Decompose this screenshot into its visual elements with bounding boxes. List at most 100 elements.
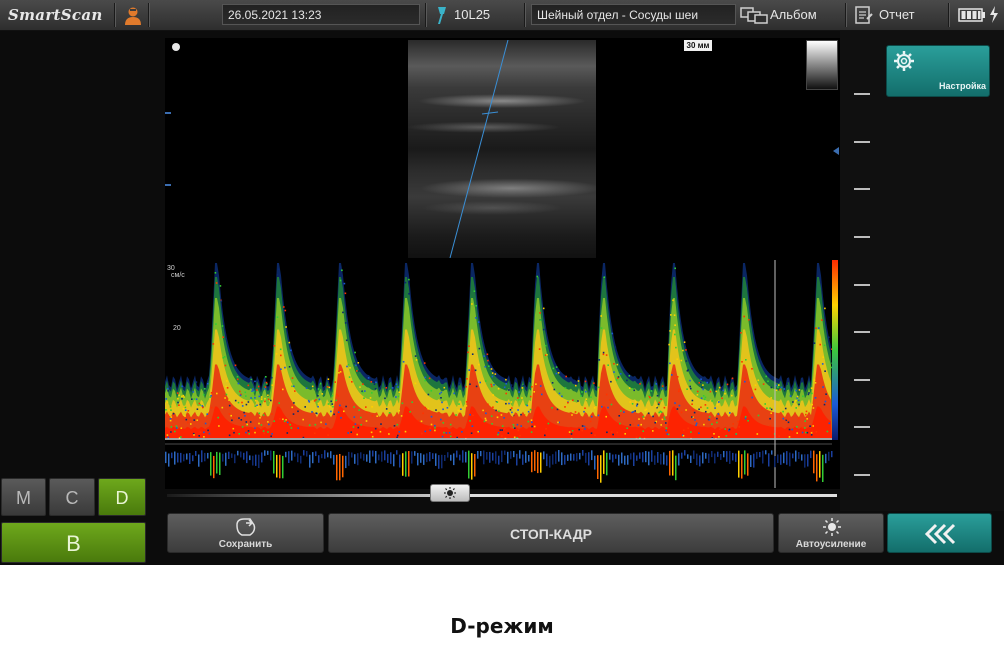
speckle bbox=[503, 417, 505, 419]
speckle bbox=[325, 423, 327, 425]
speckle bbox=[757, 414, 760, 417]
speckle bbox=[244, 391, 247, 394]
probe-icon[interactable] bbox=[432, 5, 450, 25]
probe-label[interactable]: 10L25 bbox=[454, 7, 490, 22]
lower-trace-bar bbox=[402, 453, 404, 476]
imaging-area[interactable]: 30 см/с 20 bbox=[165, 38, 840, 489]
gain-slider-track[interactable] bbox=[167, 494, 837, 497]
speckle bbox=[652, 430, 654, 432]
speckle bbox=[247, 384, 250, 387]
lower-trace-bar bbox=[249, 455, 251, 461]
speckle bbox=[246, 423, 248, 426]
speckle bbox=[311, 385, 314, 388]
lower-trace-bar bbox=[777, 454, 779, 463]
speckle bbox=[555, 366, 558, 368]
lower-trace-bar bbox=[468, 450, 470, 479]
speckle bbox=[702, 388, 704, 391]
doppler-spectrum[interactable]: 30 см/с 20 bbox=[165, 258, 840, 489]
speckle bbox=[236, 378, 239, 381]
speckle bbox=[804, 420, 806, 422]
album-label[interactable]: Альбом bbox=[770, 7, 817, 22]
speckle bbox=[613, 363, 615, 365]
mode-c-button[interactable]: C bbox=[49, 478, 95, 516]
speckle bbox=[289, 423, 292, 426]
speckle bbox=[676, 358, 679, 360]
speckle bbox=[713, 433, 715, 435]
speckle bbox=[487, 359, 489, 362]
speckle bbox=[497, 432, 500, 434]
user-icon[interactable] bbox=[123, 5, 143, 25]
speckle bbox=[262, 430, 265, 432]
speckle bbox=[788, 428, 791, 431]
lower-trace-bar bbox=[591, 450, 593, 461]
speckle bbox=[181, 395, 183, 398]
focus-marker[interactable] bbox=[833, 147, 839, 155]
speckle bbox=[395, 383, 398, 385]
report-label[interactable]: Отчет bbox=[879, 7, 915, 22]
speckle bbox=[189, 417, 191, 419]
mode-b-button[interactable]: B bbox=[1, 522, 146, 563]
speckle bbox=[358, 370, 360, 372]
speckle bbox=[526, 404, 529, 407]
speckle bbox=[644, 409, 646, 411]
speckle bbox=[770, 386, 773, 389]
mode-d-button[interactable]: D bbox=[98, 478, 146, 516]
mode-m-button[interactable]: M bbox=[1, 478, 46, 516]
speckle bbox=[821, 319, 823, 321]
lower-trace-bar bbox=[237, 450, 239, 456]
speckle bbox=[483, 420, 486, 423]
speckle bbox=[456, 436, 458, 439]
collapse-panel-button[interactable] bbox=[887, 513, 992, 553]
speckle bbox=[278, 402, 280, 404]
speckle bbox=[370, 381, 373, 383]
speckle bbox=[358, 409, 360, 411]
speckle bbox=[610, 380, 612, 383]
speckle bbox=[207, 382, 209, 385]
preset-field[interactable]: Шейный отдел - Сосуды шеи bbox=[531, 4, 736, 25]
speckle bbox=[204, 422, 207, 425]
speckle bbox=[501, 429, 503, 431]
speckle bbox=[747, 420, 749, 422]
speckle bbox=[360, 424, 362, 426]
divider bbox=[524, 3, 526, 27]
speckle bbox=[674, 324, 676, 326]
speckle bbox=[728, 429, 730, 432]
speckle bbox=[520, 425, 522, 427]
speckle bbox=[185, 418, 188, 421]
speckle bbox=[683, 341, 686, 343]
speckle bbox=[754, 384, 757, 386]
save-button[interactable]: Сохранить bbox=[167, 513, 324, 553]
gain-slider-handle[interactable] bbox=[430, 484, 470, 502]
speckle bbox=[445, 432, 448, 434]
speckle bbox=[572, 399, 574, 401]
speckle bbox=[225, 393, 228, 396]
speckle bbox=[611, 332, 614, 335]
speckle bbox=[538, 348, 541, 350]
speckle bbox=[551, 382, 554, 384]
speckle bbox=[693, 411, 696, 414]
settings-button[interactable]: Настройка bbox=[886, 45, 990, 97]
album-icon[interactable] bbox=[740, 7, 768, 24]
lower-trace-bar bbox=[702, 452, 704, 464]
speckle bbox=[184, 406, 187, 409]
speckle bbox=[349, 367, 351, 369]
speckle bbox=[247, 401, 250, 403]
speckle bbox=[557, 421, 559, 424]
lower-trace-bar bbox=[483, 450, 485, 465]
speckle bbox=[486, 353, 489, 356]
freeze-button[interactable]: СТОП-КАДР bbox=[328, 513, 774, 553]
speckle bbox=[258, 395, 261, 398]
speckle bbox=[493, 384, 495, 386]
lower-trace-bar bbox=[603, 450, 605, 474]
gain-slider[interactable] bbox=[165, 484, 840, 502]
autogain-button[interactable]: Автоусиление bbox=[778, 513, 884, 553]
speckle bbox=[762, 383, 765, 385]
speckle bbox=[810, 432, 813, 434]
speckle bbox=[682, 349, 684, 352]
speckle bbox=[428, 377, 431, 380]
lower-trace-bar bbox=[822, 454, 824, 482]
report-icon[interactable] bbox=[855, 6, 873, 25]
speckle bbox=[702, 395, 705, 397]
b-mode-image[interactable] bbox=[408, 40, 596, 258]
speckle bbox=[183, 396, 185, 398]
